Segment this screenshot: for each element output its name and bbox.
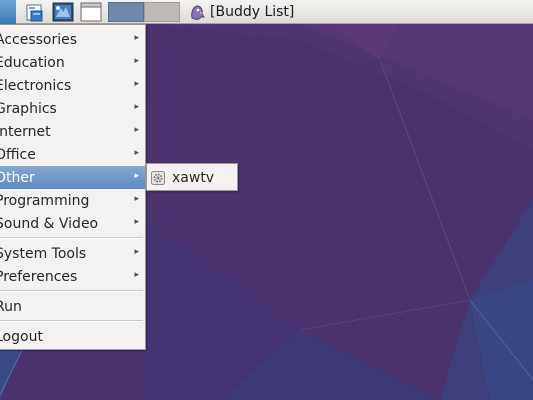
menu-item-label: Preferences	[0, 268, 78, 285]
menu-item-label: Electronics	[0, 77, 72, 94]
menu-item-office[interactable]: Office ▸	[0, 143, 145, 166]
menu-item-label: Run	[0, 298, 22, 315]
submenu-other: xawtv	[146, 163, 238, 191]
submenu-arrow-icon: ▸	[134, 79, 139, 89]
tv-viewer-button[interactable]	[52, 2, 74, 22]
menu-item-run[interactable]: Run	[0, 295, 145, 318]
submenu-arrow-icon: ▸	[134, 217, 139, 227]
submenu-arrow-icon: ▸	[134, 102, 139, 112]
taskbar-item-buddy-list[interactable]: [Buddy List]	[188, 1, 308, 23]
menu-item-label: Logout	[0, 328, 43, 345]
menu-item-label: Internet	[0, 123, 51, 140]
menu-item-graphics[interactable]: Graphics ▸	[0, 97, 145, 120]
menu-item-preferences[interactable]: Preferences ▸	[0, 265, 145, 288]
menu-item-programming[interactable]: Programming ▸	[0, 189, 145, 212]
menu-item-label: Sound & Video	[0, 215, 99, 232]
menu-item-label: Education	[0, 54, 65, 71]
application-menu: Accessories ▸ Education ▸ Electronics ▸ …	[0, 24, 146, 350]
submenu-arrow-icon: ▸	[134, 247, 139, 257]
submenu-arrow-icon: ▸	[134, 125, 139, 135]
submenu-item-label: xawtv	[172, 169, 215, 186]
submenu-arrow-icon: ▸	[134, 171, 139, 181]
menu-item-label: Graphics	[0, 100, 57, 117]
show-desktop-button[interactable]	[80, 2, 102, 22]
menu-separator	[0, 290, 143, 292]
submenu-item-xawtv[interactable]: xawtv	[147, 166, 237, 189]
submenu-arrow-icon: ▸	[134, 148, 139, 158]
menu-item-label: Programming	[0, 192, 90, 209]
menu-item-label: Office	[0, 146, 36, 163]
application-menu-button[interactable]	[0, 0, 16, 24]
submenu-arrow-icon: ▸	[134, 33, 139, 43]
menu-separator	[0, 320, 143, 322]
submenu-arrow-icon: ▸	[134, 270, 139, 280]
gear-icon	[151, 170, 165, 185]
window-icon	[80, 2, 102, 22]
top-panel: [Buddy List]	[0, 0, 533, 24]
menu-item-accessories[interactable]: Accessories ▸	[0, 28, 145, 51]
menu-item-other[interactable]: Other ▸	[0, 166, 145, 189]
menu-item-internet[interactable]: Internet ▸	[0, 120, 145, 143]
menu-item-education[interactable]: Education ▸	[0, 51, 145, 74]
folder-icon	[26, 4, 43, 22]
menu-item-logout[interactable]: Logout	[0, 325, 145, 348]
workspace-2-button[interactable]	[144, 2, 180, 22]
menu-item-sound-video[interactable]: Sound & Video ▸	[0, 212, 145, 235]
file-manager-button[interactable]	[24, 2, 46, 22]
menu-item-label: Accessories	[0, 31, 78, 48]
pidgin-icon	[191, 5, 205, 20]
menu-separator	[0, 237, 143, 239]
menu-item-label: System Tools	[0, 245, 87, 262]
taskbar-item-label: [Buddy List]	[210, 4, 295, 20]
menu-item-system-tools[interactable]: System Tools ▸	[0, 242, 145, 265]
tv-icon	[52, 2, 74, 22]
workspace-1-button[interactable]	[108, 2, 144, 22]
submenu-arrow-icon: ▸	[134, 56, 139, 66]
submenu-arrow-icon: ▸	[134, 194, 139, 204]
menu-item-electronics[interactable]: Electronics ▸	[0, 74, 145, 97]
menu-item-label: Other	[0, 169, 35, 186]
